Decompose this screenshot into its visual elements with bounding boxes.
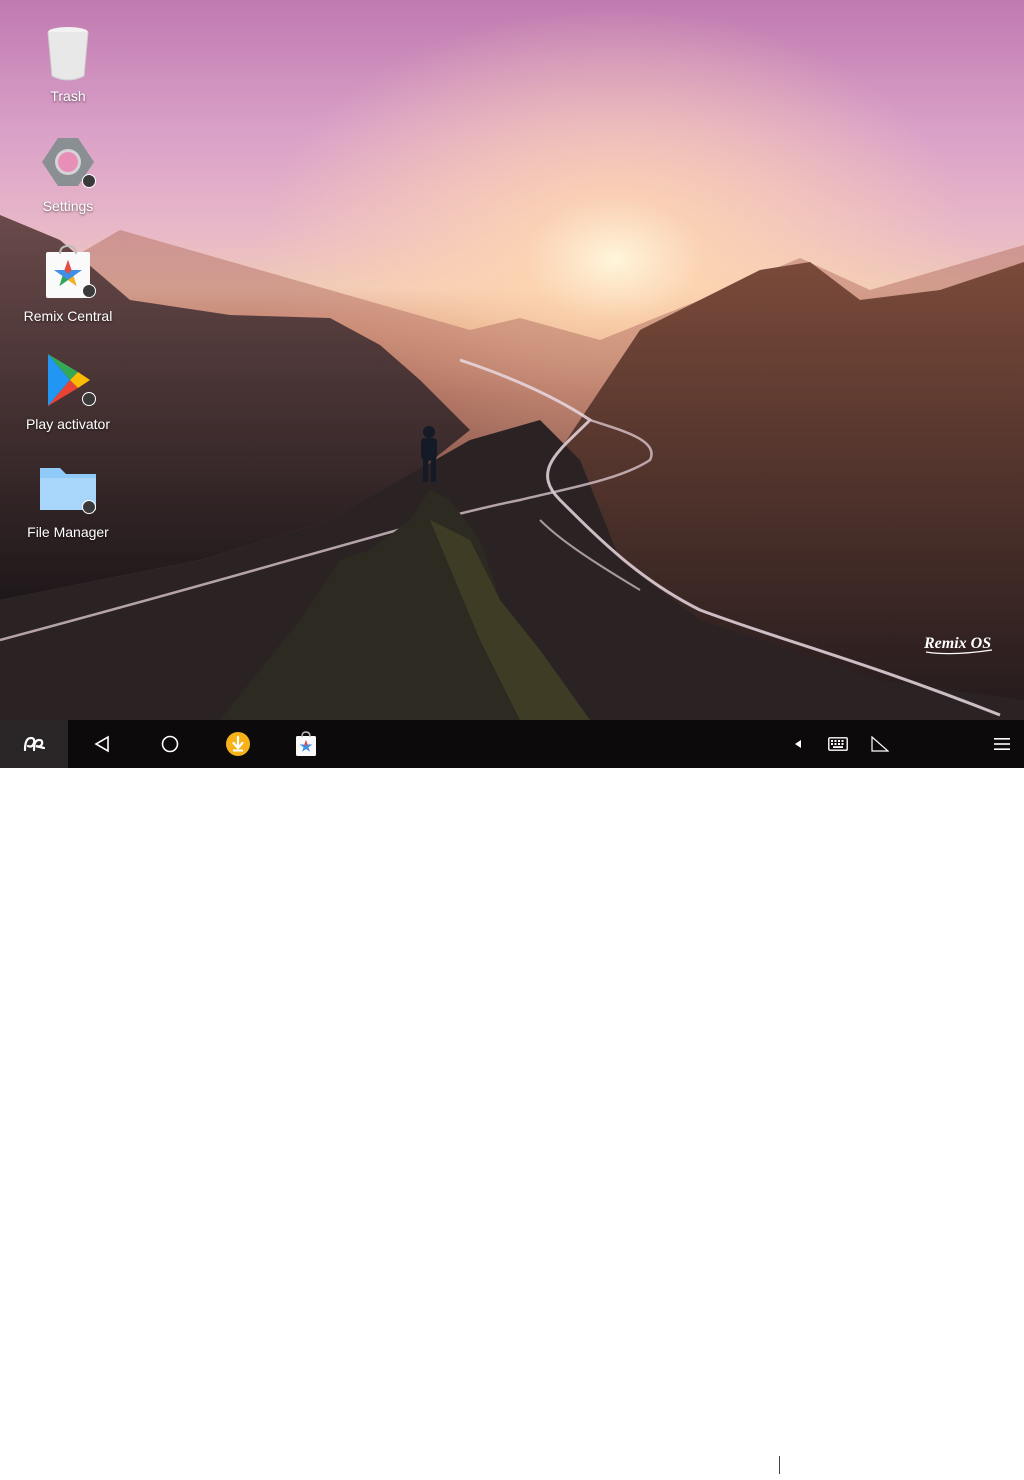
desktop-icon-file-manager[interactable]: File Manager	[8, 460, 128, 540]
tray-signal-button[interactable]	[862, 720, 898, 768]
shortcut-arrow-icon	[82, 174, 96, 188]
google-play-icon	[40, 352, 96, 408]
taskbar-app-remix-central[interactable]	[284, 720, 328, 768]
wallpaper-landscape	[0, 0, 1024, 720]
home-button[interactable]	[148, 720, 192, 768]
tray-divider	[779, 1456, 780, 1474]
desktop-icon-play-activator[interactable]: Play activator	[8, 352, 128, 432]
clock-time: 7:50 AM	[918, 1450, 964, 1464]
keyboard-icon	[828, 737, 848, 751]
remix-start-icon	[23, 736, 46, 752]
home-circle-icon	[161, 735, 179, 753]
clock-day: Sunday	[920, 1465, 962, 1479]
settings-gear-icon	[40, 134, 96, 190]
remix-central-bag-icon	[296, 731, 316, 756]
folder-icon	[40, 460, 96, 516]
expand-arrow-icon	[795, 740, 801, 748]
back-triangle-icon	[94, 735, 109, 753]
svg-text:Remix OS: Remix OS	[923, 635, 991, 652]
shortcut-arrow-icon	[82, 284, 96, 298]
back-button[interactable]	[80, 720, 124, 768]
remix-central-bag-icon	[40, 244, 96, 300]
desktop-icon-label: Play activator	[25, 416, 111, 432]
notification-menu-button[interactable]	[986, 720, 1018, 768]
desktop-icon-settings[interactable]: Settings	[8, 134, 128, 214]
desktop-icon-remix-central[interactable]: Remix Central	[8, 244, 128, 324]
trash-icon	[40, 24, 96, 81]
clock[interactable]: 7:50 AM Sunday	[904, 1450, 978, 1480]
remix-os-watermark: Remix OS	[923, 635, 993, 655]
desktop-icon-label: File Manager	[27, 524, 109, 540]
shortcut-arrow-icon	[82, 392, 96, 406]
taskbar-app-downloader[interactable]	[216, 720, 260, 768]
desktop: Trash Settings Remix Central Play activa…	[0, 0, 1024, 720]
desktop-icon-label: Remix Central	[23, 308, 113, 324]
tray-expand-button[interactable]	[786, 720, 810, 768]
signal-icon	[871, 736, 889, 752]
menu-icon	[994, 738, 1010, 750]
desktop-icon-label: Settings	[42, 198, 94, 214]
start-button[interactable]	[0, 720, 68, 768]
desktop-icon-label: Trash	[50, 88, 86, 104]
tray-keyboard-button[interactable]	[820, 720, 856, 768]
download-icon	[226, 732, 250, 756]
shortcut-arrow-icon	[82, 500, 96, 514]
desktop-icon-trash[interactable]: Trash	[8, 24, 128, 104]
taskbar: 7:50 AM Sunday	[0, 720, 1024, 1479]
